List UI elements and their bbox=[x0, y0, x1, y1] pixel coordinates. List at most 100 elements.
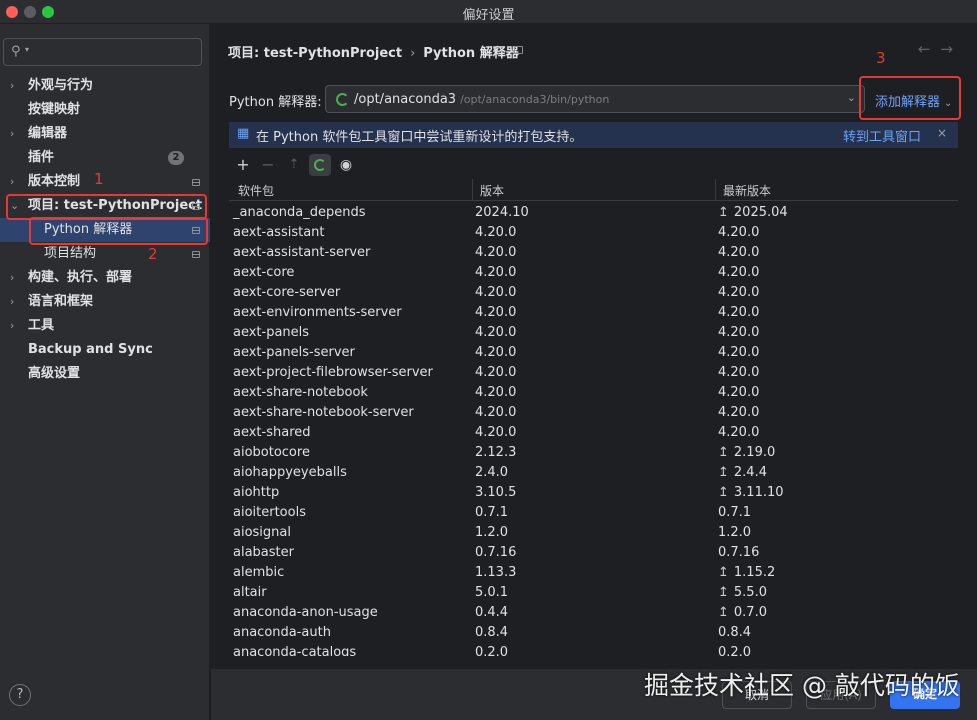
package-name-cell: aext-project-filebrowser-server bbox=[233, 363, 433, 383]
chevron-right-icon[interactable]: › bbox=[10, 74, 14, 98]
table-row[interactable]: anaconda-anon-usage 0.4.4 ↥ 0.7.0 bbox=[229, 603, 958, 623]
latest-version-cell-text: 4.20.0 bbox=[718, 305, 760, 320]
remove-package-button[interactable]: − bbox=[257, 154, 279, 176]
package-name-cell: aioitertools bbox=[233, 503, 306, 523]
title-bar: 偏好设置 bbox=[0, 0, 977, 24]
package-name-cell: aext-core-server bbox=[233, 283, 340, 303]
version-cell: 2024.10 bbox=[475, 203, 529, 223]
sidebar-item[interactable]: 项目结构 bbox=[0, 242, 210, 266]
chevron-right-icon[interactable]: › bbox=[10, 266, 14, 290]
table-row[interactable]: aext-panels-server 4.20.0 4.20.0 bbox=[229, 343, 958, 363]
table-row[interactable]: aiosignal 1.2.0 1.2.0 bbox=[229, 523, 958, 543]
table-row[interactable]: aext-core-server 4.20.0 4.20.0 bbox=[229, 283, 958, 303]
project-scope-icon bbox=[192, 251, 200, 258]
banner-close-icon[interactable]: × bbox=[937, 126, 947, 140]
table-row[interactable]: aext-core 4.20.0 4.20.0 bbox=[229, 263, 958, 283]
sidebar-item[interactable]: › 版本控制 bbox=[0, 170, 210, 194]
latest-version-cell: ↥ 5.5.0 bbox=[718, 583, 767, 603]
add-package-button[interactable]: + bbox=[232, 154, 254, 176]
table-row[interactable]: aext-assistant-server 4.20.0 4.20.0 bbox=[229, 243, 958, 263]
package-name-cell-text: aext-core bbox=[233, 265, 295, 280]
latest-version-cell-text: 4.20.0 bbox=[718, 225, 760, 240]
latest-version-cell-text: 4.20.0 bbox=[718, 265, 760, 280]
table-row[interactable]: anaconda-auth 0.8.4 0.8.4 bbox=[229, 623, 958, 643]
sidebar-item[interactable]: 高级设置 bbox=[0, 362, 210, 386]
latest-version-cell: ↥ 2025.04 bbox=[718, 203, 788, 223]
sidebar-item[interactable]: › 语言和框架 bbox=[0, 290, 210, 314]
sidebar-item[interactable]: › 工具 bbox=[0, 314, 210, 338]
back-forward-arrows[interactable]: ←→ bbox=[918, 40, 963, 58]
package-name-cell: aext-share-notebook bbox=[233, 383, 368, 403]
version-cell-text: 5.0.1 bbox=[475, 585, 509, 600]
plugin-count-badge: 2 bbox=[168, 151, 184, 165]
version-cell-text: 4.20.0 bbox=[475, 285, 517, 300]
upgrade-package-button[interactable]: ⇡ bbox=[283, 154, 305, 176]
version-cell: 3.10.5 bbox=[475, 483, 516, 503]
sidebar-item[interactable]: 按键映射 bbox=[0, 98, 210, 122]
upgrade-available-icon: ↥ bbox=[718, 585, 729, 600]
latest-version-cell-text: 0.7.0 bbox=[733, 605, 767, 620]
breadcrumb-separator: › bbox=[410, 46, 416, 61]
table-row[interactable]: aext-share-notebook 4.20.0 4.20.0 bbox=[229, 383, 958, 403]
package-name-cell: aext-panels bbox=[233, 323, 309, 343]
chevron-right-icon[interactable]: › bbox=[10, 314, 14, 338]
package-name-cell: _anaconda_depends bbox=[233, 203, 366, 223]
version-cell-text: 4.20.0 bbox=[475, 425, 517, 440]
upgrade-available-icon: ↥ bbox=[718, 565, 729, 580]
version-cell-text: 2.12.3 bbox=[475, 445, 517, 460]
chevron-right-icon[interactable]: › bbox=[10, 122, 14, 146]
settings-search-input[interactable]: ⚲ ▾ bbox=[3, 38, 202, 66]
package-name-cell-text: aext-shared bbox=[233, 425, 311, 440]
sidebar-item-label: 高级设置 bbox=[28, 366, 81, 381]
table-row[interactable]: _anaconda_depends 2024.10 ↥ 2025.04 bbox=[229, 203, 958, 223]
forward-arrow-icon[interactable]: → bbox=[940, 40, 963, 58]
header-package[interactable]: 软件包 bbox=[238, 182, 274, 199]
sidebar-item[interactable]: › 外观与行为 bbox=[0, 74, 210, 98]
refresh-packages-button[interactable] bbox=[309, 154, 331, 176]
package-name-cell-text: aext-project-filebrowser-server bbox=[233, 365, 433, 380]
header-latest-version[interactable]: 最新版本 bbox=[723, 182, 771, 199]
table-row[interactable]: aext-project-filebrowser-server 4.20.0 4.2… bbox=[229, 363, 958, 383]
annotation-box-2 bbox=[29, 217, 208, 245]
table-row[interactable]: aioitertools 0.7.1 0.7.1 bbox=[229, 503, 958, 523]
table-row[interactable]: aext-share-notebook-server 4.20.0 4.20.0 bbox=[229, 403, 958, 423]
sidebar-item[interactable]: › 构建、执行、部署 bbox=[0, 266, 210, 290]
package-name-cell: aext-assistant-server bbox=[233, 243, 370, 263]
package-name-cell: aiohttp bbox=[233, 483, 279, 503]
table-row[interactable]: aext-panels 4.20.0 4.20.0 bbox=[229, 323, 958, 343]
table-row[interactable]: aiobotocore 2.12.3 ↥ 2.19.0 bbox=[229, 443, 958, 463]
sidebar-item-label: Backup and Sync bbox=[28, 342, 153, 357]
package-name-cell: anaconda-anon-usage bbox=[233, 603, 378, 623]
go-to-tool-window-link[interactable]: 转到工具窗口 bbox=[843, 126, 921, 145]
sidebar-item[interactable]: 插件 2 bbox=[0, 146, 210, 170]
back-arrow-icon[interactable]: ← bbox=[918, 40, 941, 58]
package-name-cell-text: aiosignal bbox=[233, 525, 291, 540]
latest-version-cell: 0.2.0 bbox=[718, 643, 751, 656]
latest-version-cell: 4.20.0 bbox=[718, 243, 759, 263]
sidebar-item[interactable]: Backup and Sync bbox=[0, 338, 210, 362]
table-row[interactable]: aiohttp 3.10.5 ↥ 3.11.10 bbox=[229, 483, 958, 503]
table-row[interactable]: aext-environments-server 4.20.0 4.20.0 bbox=[229, 303, 958, 323]
show-early-releases-button[interactable]: ◉ bbox=[335, 154, 357, 176]
table-row[interactable]: anaconda-catalogs 0.2.0 0.2.0 bbox=[229, 643, 958, 656]
table-row[interactable]: altair 5.0.1 ↥ 5.5.0 bbox=[229, 583, 958, 603]
table-row[interactable]: alabaster 0.7.16 0.7.16 bbox=[229, 543, 958, 563]
table-row[interactable]: alembic 1.13.3 ↥ 1.15.2 bbox=[229, 563, 958, 583]
chevron-right-icon[interactable]: › bbox=[10, 170, 14, 194]
sidebar-item[interactable]: › 编辑器 bbox=[0, 122, 210, 146]
latest-version-cell: 4.20.0 bbox=[718, 283, 759, 303]
header-version[interactable]: 版本 bbox=[480, 182, 504, 199]
help-button[interactable]: ? bbox=[9, 684, 31, 706]
interpreter-select[interactable]: /opt/anaconda3/opt/anaconda3/bin/python … bbox=[325, 85, 865, 113]
main-panel: 项目: test-PythonProject › Python 解释器 ←→ Pyt… bbox=[211, 24, 977, 720]
sidebar-item-label: 按键映射 bbox=[28, 102, 81, 117]
chevron-right-icon[interactable]: › bbox=[10, 290, 14, 314]
latest-version-cell: 4.20.0 bbox=[718, 423, 759, 443]
package-name-cell-text: anaconda-catalogs bbox=[233, 645, 357, 656]
info-banner: ▦ 在 Python 软件包工具窗口中尝试重新设计的打包支持。 转到工具窗口 × bbox=[229, 122, 958, 148]
version-cell-text: 4.20.0 bbox=[475, 305, 517, 320]
table-row[interactable]: aiohappyeyeballs 2.4.0 ↥ 2.4.4 bbox=[229, 463, 958, 483]
table-row[interactable]: aext-shared 4.20.0 4.20.0 bbox=[229, 423, 958, 443]
table-row[interactable]: aext-assistant 4.20.0 4.20.0 bbox=[229, 223, 958, 243]
latest-version-cell-text: 3.11.10 bbox=[733, 485, 784, 500]
